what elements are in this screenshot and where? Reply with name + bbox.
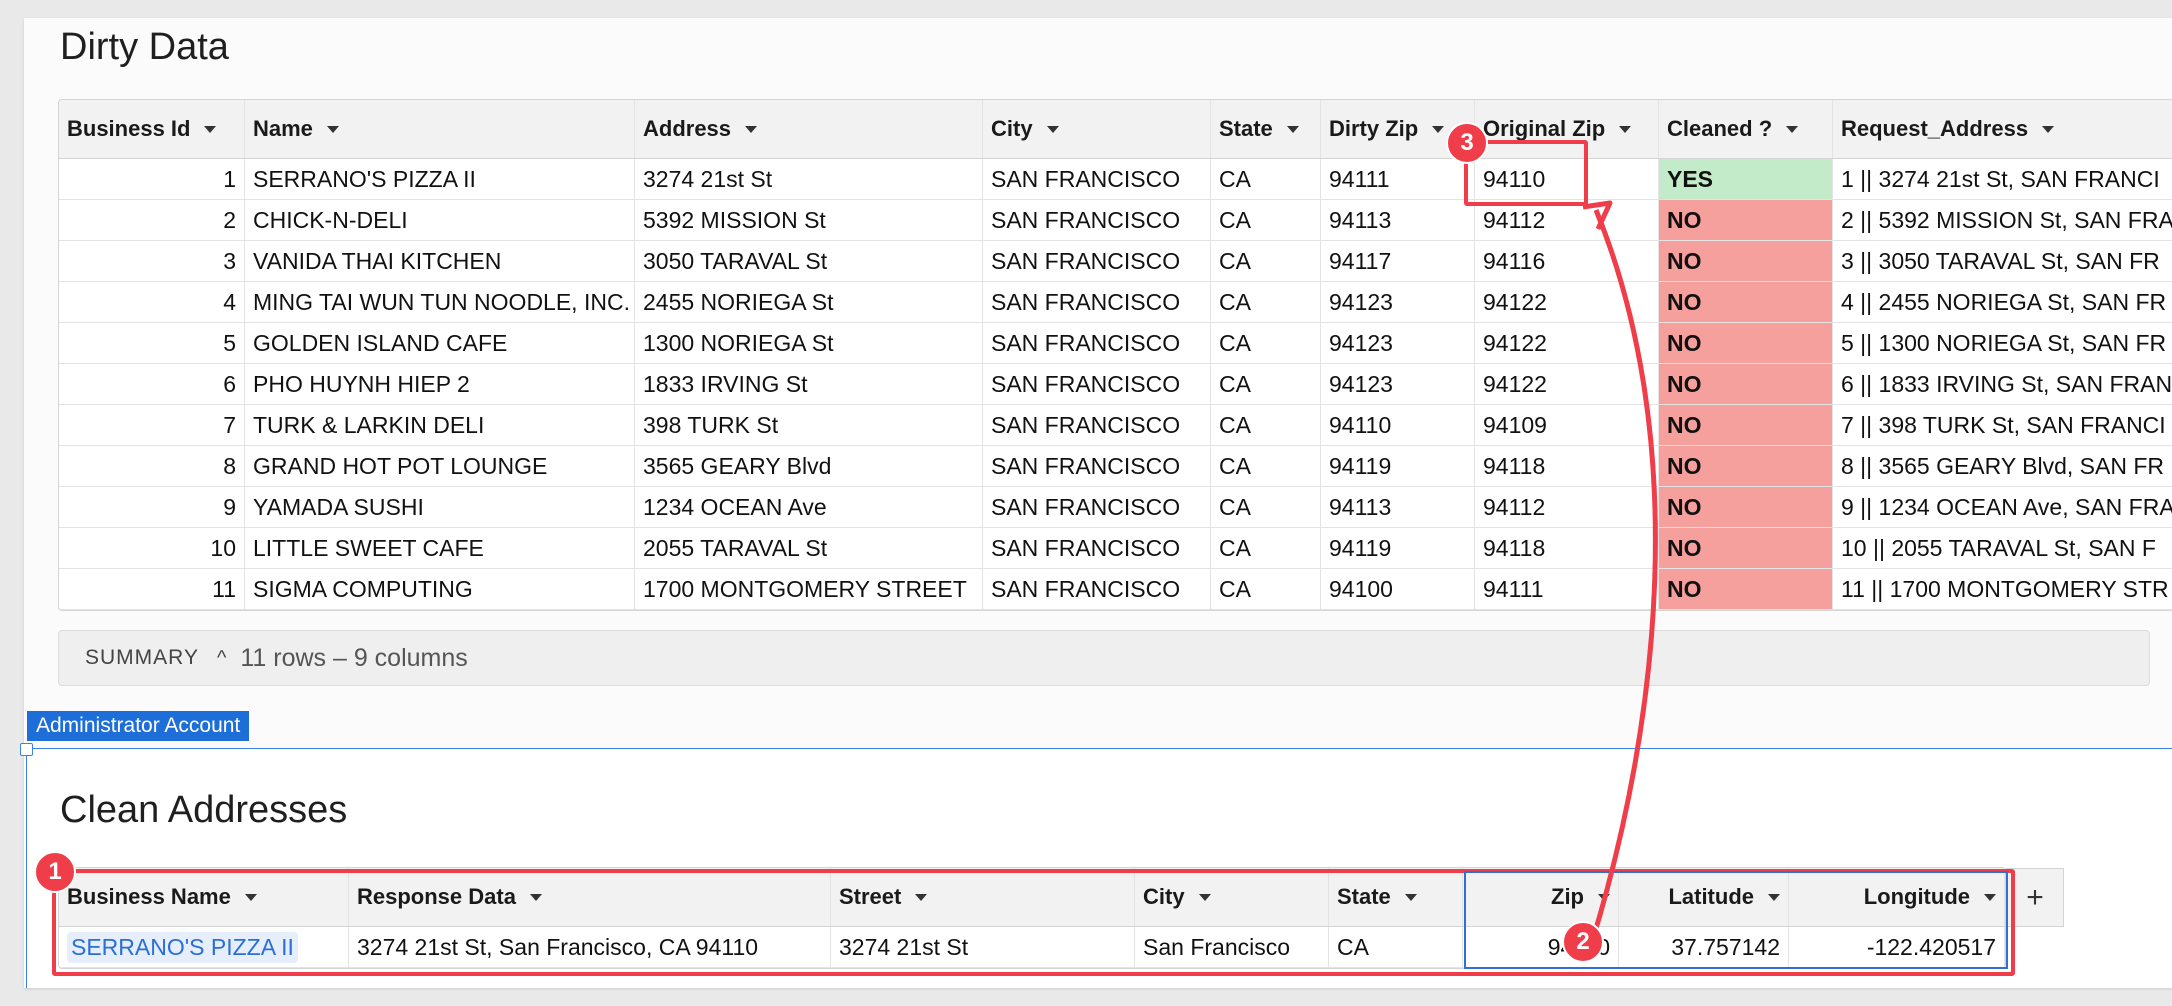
annotation-badge-1: 1 — [34, 851, 76, 893]
annotation-badge-2: 2 — [1562, 921, 1604, 963]
annotation-arrow — [1582, 200, 1658, 943]
arrow-curve — [1589, 209, 1658, 943]
annotation-badge-3: 3 — [1446, 122, 1488, 164]
